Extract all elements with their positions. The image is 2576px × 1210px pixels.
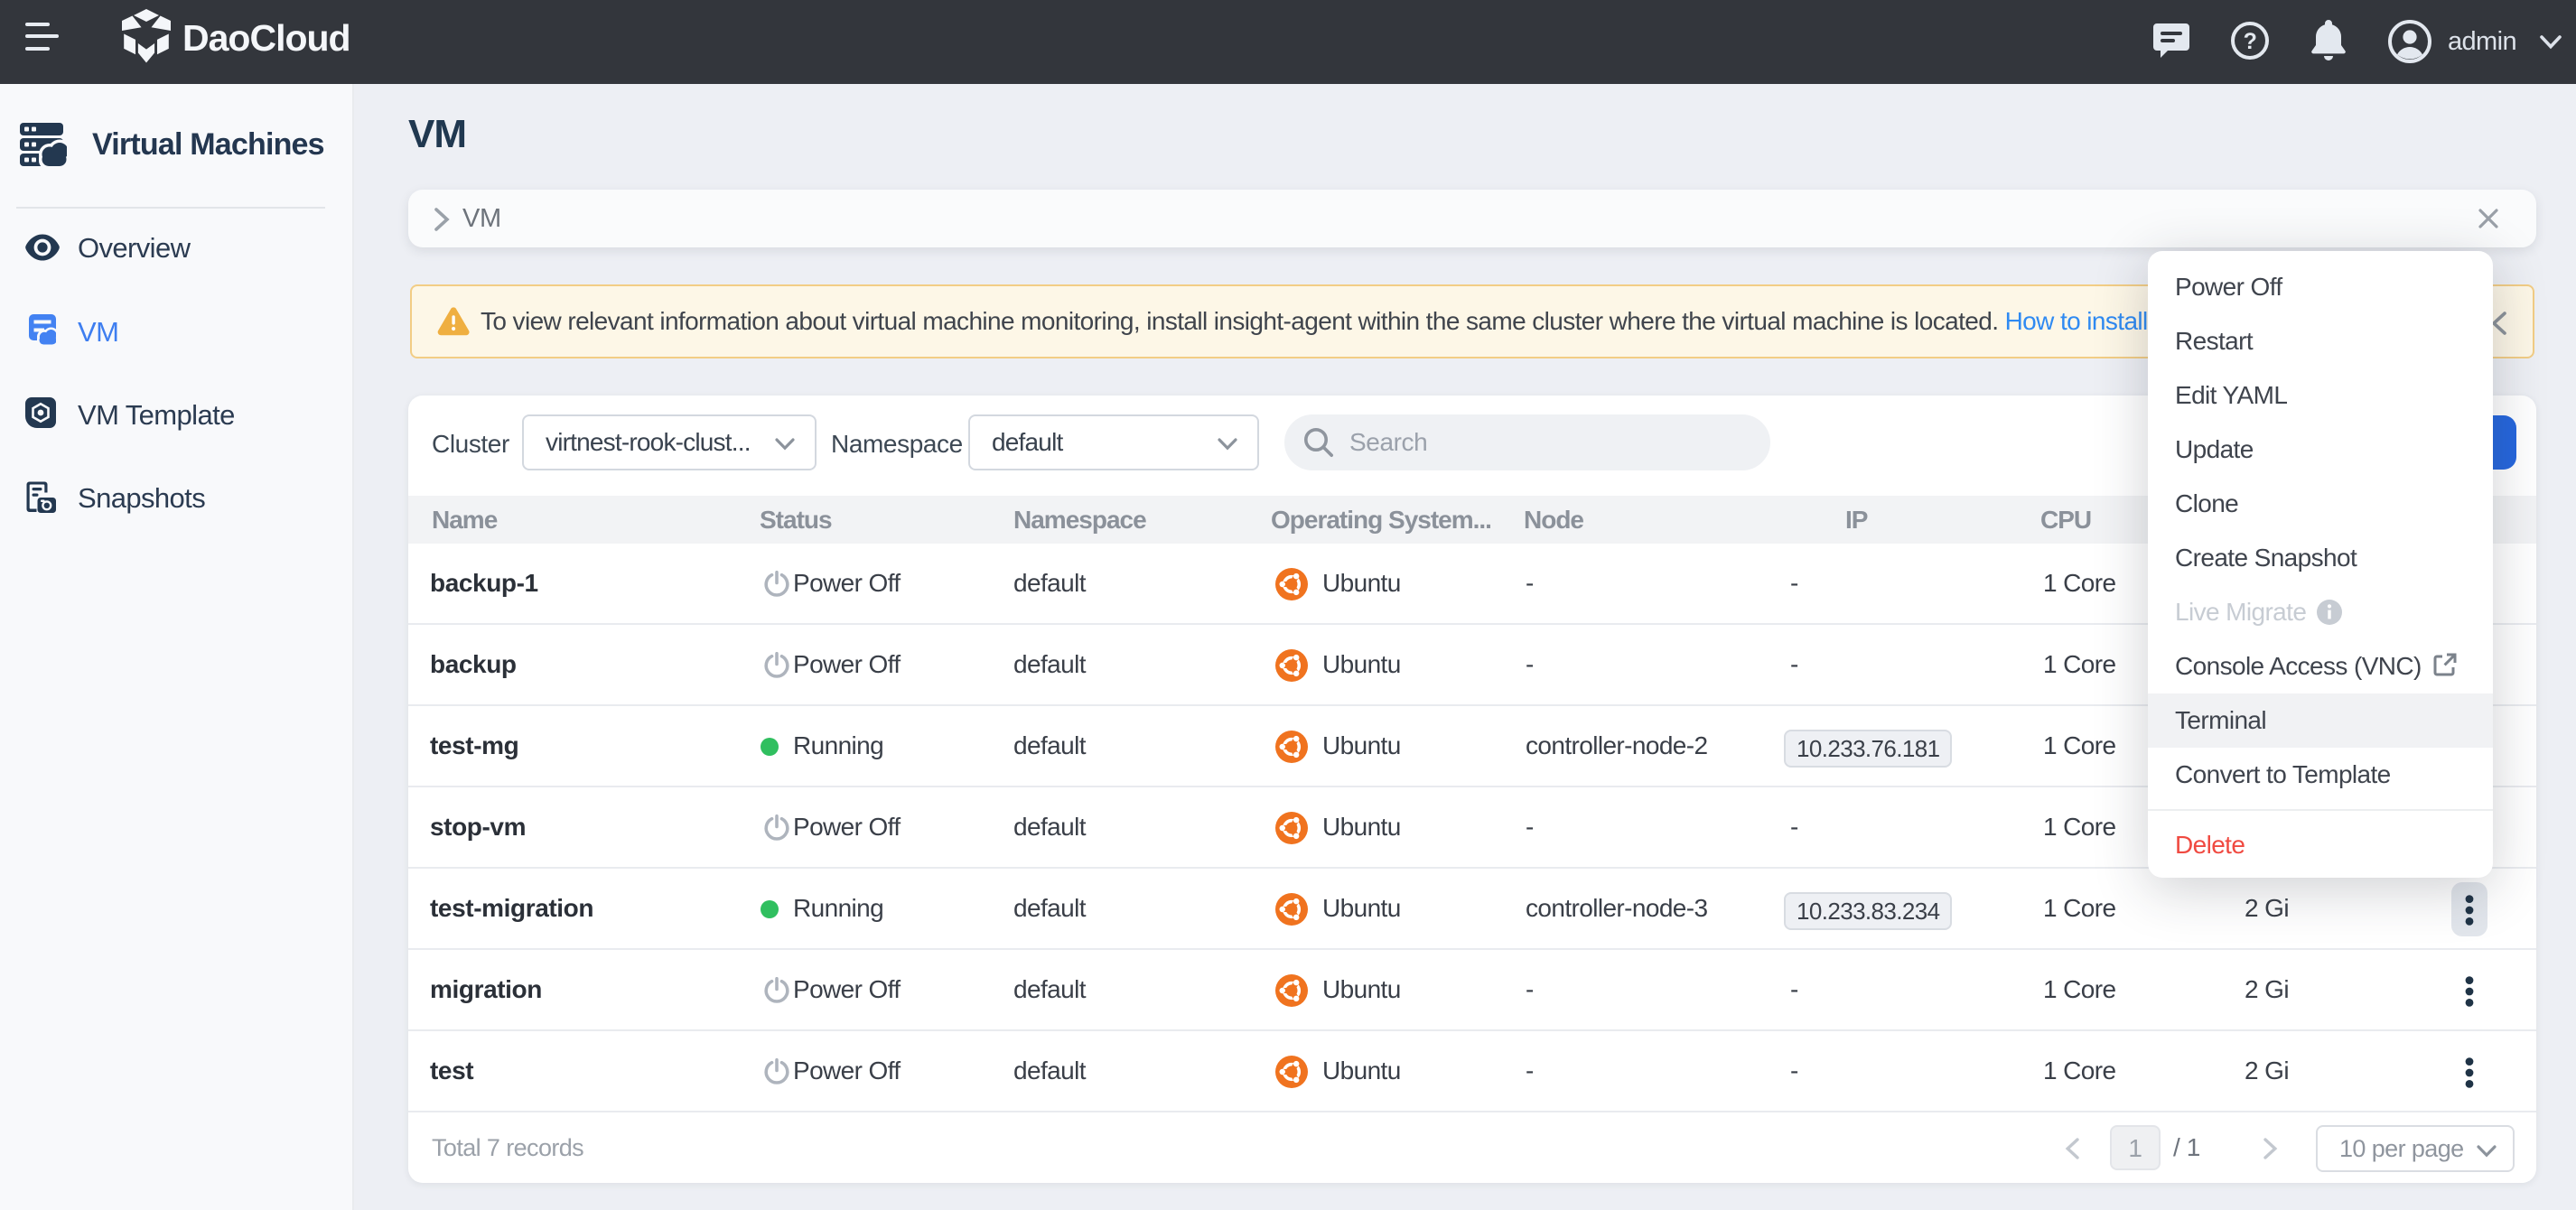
svg-text:?: ? [2244,29,2257,54]
